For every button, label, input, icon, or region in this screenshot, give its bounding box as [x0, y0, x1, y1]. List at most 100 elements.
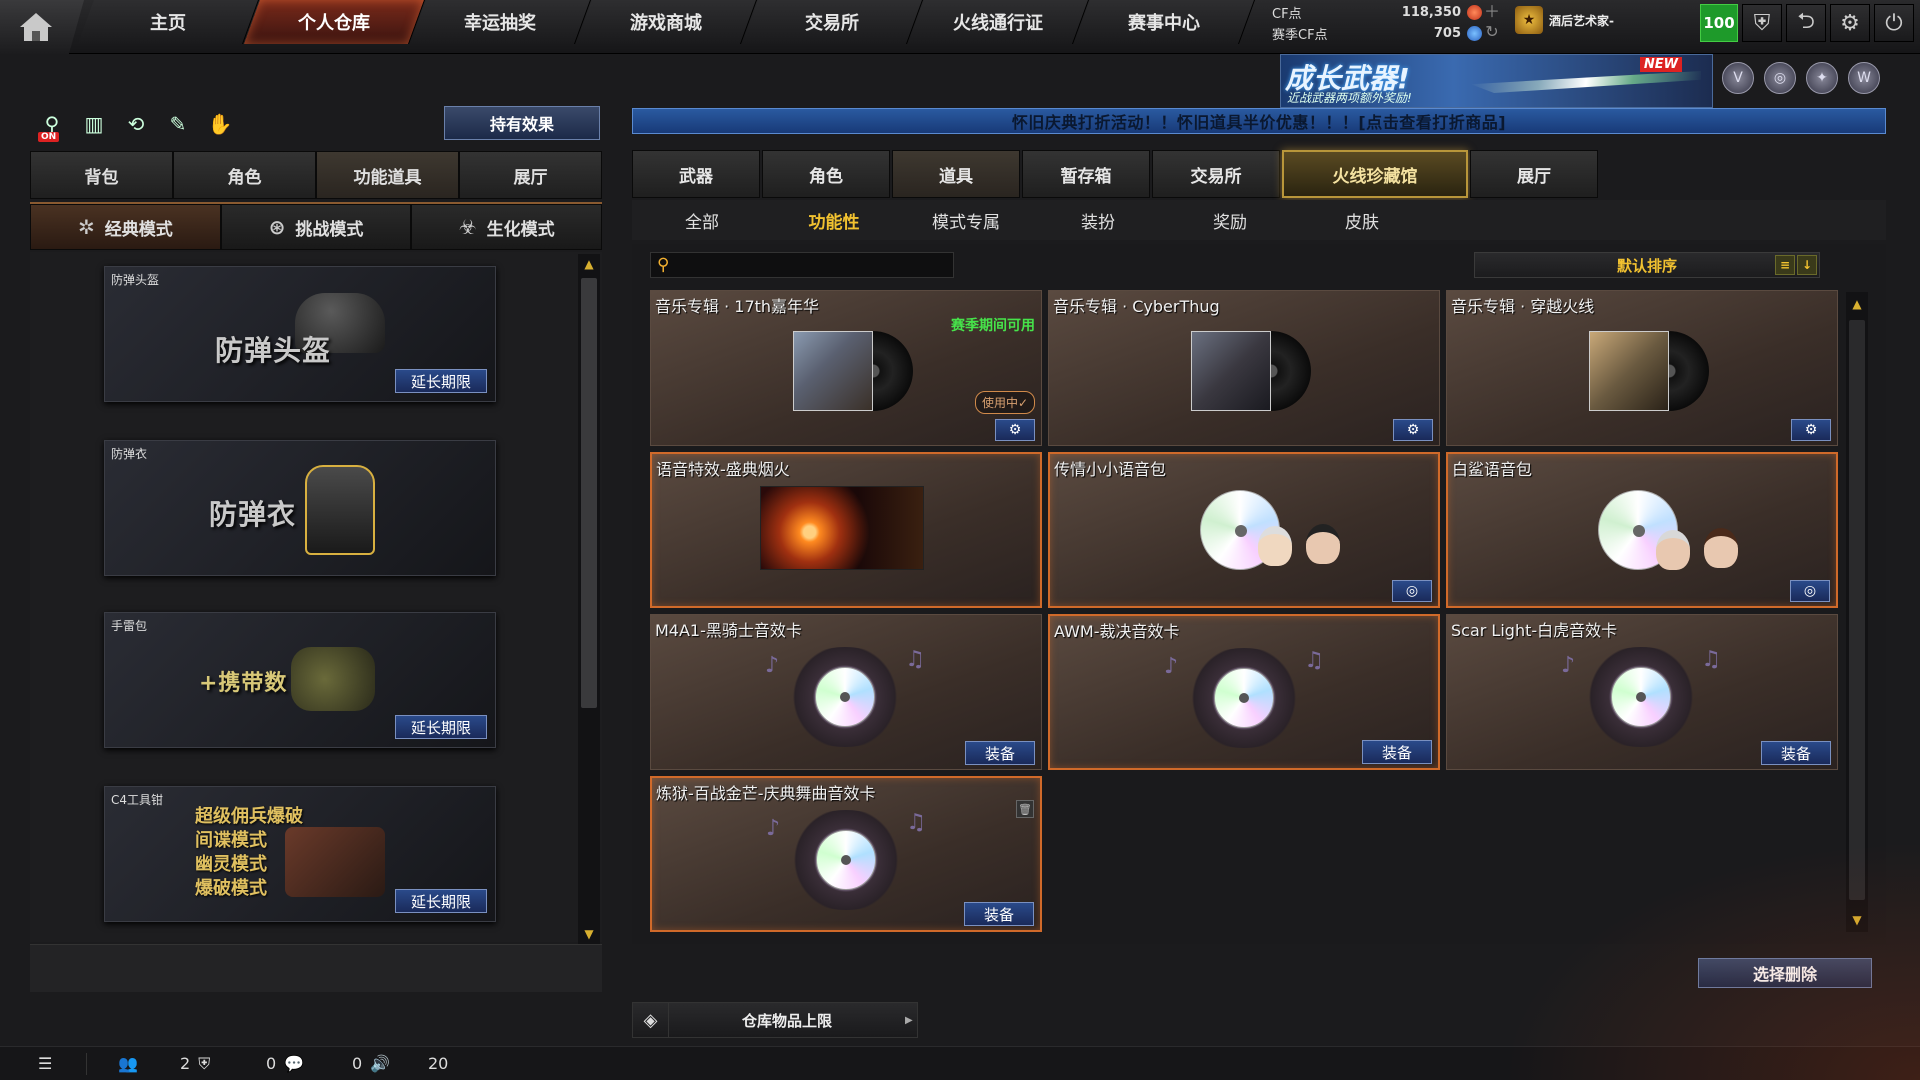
- tab-storage[interactable]: 暂存箱: [1022, 150, 1150, 198]
- tab-items[interactable]: 道具: [892, 150, 1020, 198]
- extend-button[interactable]: 延长期限: [395, 889, 487, 913]
- scroll-up-icon[interactable]: ▲: [1849, 296, 1865, 312]
- toggle-on-icon[interactable]: ⚲ ON: [36, 108, 68, 142]
- weapon-art: [1471, 71, 1701, 93]
- nav-tab-warehouse[interactable]: 个人仓库: [243, 0, 426, 44]
- mode-zombie[interactable]: ☣ 生化模式: [411, 204, 603, 250]
- volume-icon[interactable]: 🔊: [370, 1054, 390, 1073]
- item-grenade-pack[interactable]: 手雷包 +携带数 延长期限: [104, 612, 496, 748]
- subtab-rewards[interactable]: 奖励: [1164, 200, 1296, 240]
- tab-collection[interactable]: 火线珍藏馆: [1282, 150, 1468, 198]
- extend-button[interactable]: 延长期限: [395, 715, 487, 739]
- scroll-thumb[interactable]: [581, 278, 597, 708]
- item-card[interactable]: M4A1-黑骑士音效卡 ♪ ♫ 装备: [650, 614, 1042, 770]
- character-avatar: [1704, 528, 1738, 568]
- wing-rank-icon[interactable]: W: [1848, 62, 1880, 94]
- stats-icon[interactable]: ▥: [78, 108, 110, 140]
- tab-functional-items[interactable]: 功能道具: [316, 151, 459, 199]
- disc-icon[interactable]: ◎: [1790, 580, 1830, 602]
- sort-dropdown[interactable]: 默认排序 ≡ ↓: [1474, 252, 1820, 278]
- equip-button[interactable]: 装备: [1362, 740, 1432, 764]
- trash-icon[interactable]: 🗑: [1016, 800, 1034, 818]
- glove-icon[interactable]: ✋: [204, 108, 236, 140]
- refresh-icon[interactable]: ↻: [1482, 22, 1502, 42]
- promo-banner[interactable]: 成长武器! 近战武器两项额外奖励! NEW: [1280, 54, 1713, 108]
- promo-notice[interactable]: 怀旧庆典打折活动！！怀旧道具半价优惠！！！[点击查看打折商品]: [632, 108, 1886, 134]
- nav-tab-events[interactable]: 赛事中心: [1073, 0, 1256, 44]
- settings-gear-icon[interactable]: ⚙: [1393, 419, 1433, 441]
- item-scrollbar[interactable]: ▲ ▼: [1846, 292, 1868, 932]
- holding-effect-button[interactable]: 持有效果: [444, 106, 600, 140]
- return-icon[interactable]: ⮌: [1786, 4, 1826, 42]
- list-view-icon[interactable]: ≡: [1775, 255, 1795, 275]
- equip-button[interactable]: 装备: [965, 741, 1035, 765]
- item-card[interactable]: 白鲨语音包 ◎: [1446, 452, 1838, 608]
- item-card[interactable]: Scar Light-白虎音效卡 ♪ ♫ 装备: [1446, 614, 1838, 770]
- power-icon[interactable]: ⏻: [1874, 4, 1914, 42]
- tab-showroom[interactable]: 展厅: [459, 151, 602, 199]
- item-card[interactable]: 语音特效-盛典烟火: [650, 452, 1042, 608]
- volume-level[interactable]: 20: [428, 1054, 448, 1073]
- equip-button[interactable]: 装备: [964, 902, 1034, 926]
- star-rank-icon[interactable]: ✦: [1806, 62, 1838, 94]
- rotate-icon[interactable]: ⟲: [120, 108, 152, 140]
- chat-bubble-icon[interactable]: 💬: [284, 1054, 304, 1073]
- sort-direction-icon[interactable]: ↓: [1797, 255, 1817, 275]
- menu-list-icon[interactable]: ☰: [38, 1054, 52, 1073]
- tab-exchange[interactable]: 交易所: [1152, 150, 1280, 198]
- scroll-thumb[interactable]: [1849, 320, 1865, 900]
- rank-icons: V ◎ ✦ W: [1722, 62, 1880, 94]
- extend-button[interactable]: 延长期限: [395, 369, 487, 393]
- item-helmet[interactable]: 防弹头盔 防弹头盔 延长期限: [104, 266, 496, 402]
- settings-gear-icon[interactable]: ⚙: [1791, 419, 1831, 441]
- item-c4-pliers[interactable]: C4工具钳 超级佣兵爆破 间谍模式 幽灵模式 爆破模式 延长期限: [104, 786, 496, 922]
- subtab-mode-exclusive[interactable]: 模式专属: [900, 200, 1032, 240]
- home-button[interactable]: [0, 0, 84, 54]
- shield-icon[interactable]: ⛨: [1742, 4, 1782, 42]
- subtab-functional[interactable]: 功能性: [768, 200, 900, 240]
- tab-character[interactable]: 角色: [173, 151, 316, 199]
- arrow-right-icon: ▶: [905, 1014, 913, 1026]
- disc-icon[interactable]: ◎: [1392, 580, 1432, 602]
- mode-classic[interactable]: ✲ 经典模式: [30, 204, 221, 250]
- tab-characters[interactable]: 角色: [762, 150, 890, 198]
- spray-icon[interactable]: ✎: [162, 108, 194, 140]
- search-input[interactable]: ⚲: [650, 252, 954, 278]
- storage-limit-button[interactable]: ◈ 仓库物品上限 ▶: [632, 1002, 918, 1038]
- item-card[interactable]: 音乐专辑 · CyberThug ⚙: [1048, 290, 1440, 446]
- nav-tab-shop[interactable]: 游戏商城: [575, 0, 758, 44]
- subtab-all[interactable]: 全部: [636, 200, 768, 240]
- left-scrollbar[interactable]: ▲ ▼: [578, 254, 600, 944]
- left-footer: [30, 944, 602, 992]
- profile[interactable]: ★ 酒后艺术家-: [1515, 6, 1614, 34]
- add-currency-icon[interactable]: ＋: [1482, 2, 1502, 22]
- settings-gear-icon[interactable]: ⚙: [1830, 4, 1870, 42]
- scroll-up-icon[interactable]: ▲: [581, 256, 597, 272]
- subtab-cosmetic[interactable]: 装扮: [1032, 200, 1164, 240]
- challenge-mode-icon: ⊛: [268, 215, 286, 239]
- settings-gear-icon[interactable]: ⚙: [995, 419, 1035, 441]
- subtab-skins[interactable]: 皮肤: [1296, 200, 1428, 240]
- tab-showroom[interactable]: 展厅: [1470, 150, 1598, 198]
- scroll-down-icon[interactable]: ▼: [581, 926, 597, 942]
- equip-button[interactable]: 装备: [1761, 741, 1831, 765]
- item-card[interactable]: 音乐专辑 · 17th嘉年华 赛季期间可用 使用中✓ ⚙: [650, 290, 1042, 446]
- friends-status[interactable]: 👥: [118, 1054, 138, 1073]
- v-rank-icon[interactable]: V: [1722, 62, 1754, 94]
- nav-tab-lottery[interactable]: 幸运抽奖: [409, 0, 592, 44]
- item-card[interactable]: 炼狱-百战金芒-庆典舞曲音效卡 🗑 ♪ ♫ 装备: [650, 776, 1042, 932]
- nav-tab-pass[interactable]: 火线通行证: [907, 0, 1090, 44]
- item-card[interactable]: 音乐专辑 · 穿越火线 ⚙: [1446, 290, 1838, 446]
- nav-tab-exchange[interactable]: 交易所: [741, 0, 924, 44]
- tab-weapons[interactable]: 武器: [632, 150, 760, 198]
- c4-modes-text: 超级佣兵爆破 间谍模式 幽灵模式 爆破模式: [195, 806, 303, 899]
- scroll-down-icon[interactable]: ▼: [1849, 912, 1865, 928]
- item-vest[interactable]: 防弹衣 防弹衣: [104, 440, 496, 576]
- select-delete-button[interactable]: 选择删除: [1698, 958, 1872, 988]
- item-card[interactable]: 传情小小语音包 ◎: [1048, 452, 1440, 608]
- nav-tab-home[interactable]: 主页: [77, 0, 260, 44]
- item-card[interactable]: AWM-裁决音效卡 ♪ ♫ 装备: [1048, 614, 1440, 770]
- mode-challenge[interactable]: ⊛ 挑战模式: [220, 204, 412, 250]
- tab-backpack[interactable]: 背包: [30, 151, 173, 199]
- globe-rank-icon[interactable]: ◎: [1764, 62, 1796, 94]
